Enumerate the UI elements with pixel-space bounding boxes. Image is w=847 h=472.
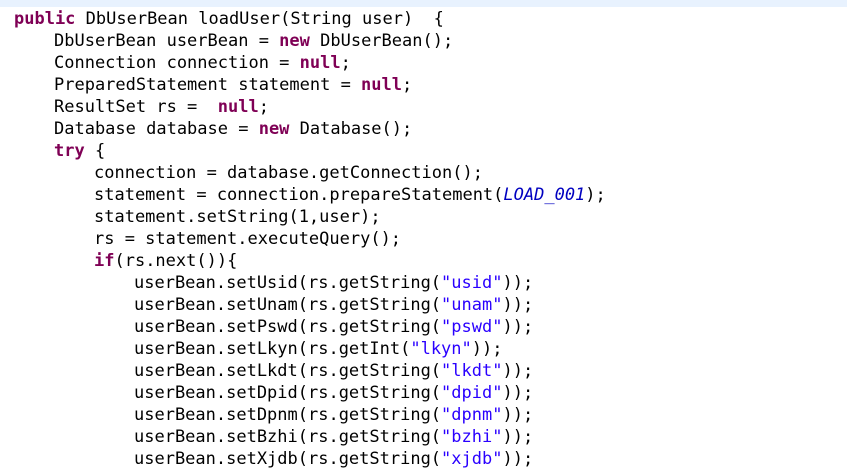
code-text-token: ));: [502, 273, 534, 293]
code-text-token: DbUserBean();: [309, 31, 454, 51]
code-text-token: statement = connection.prepareStatement(: [94, 185, 504, 205]
keyword-token: try: [54, 141, 85, 161]
code-text-token: rs = statement.executeQuery();: [94, 229, 402, 249]
keyword-token: null: [299, 53, 341, 73]
code-text-token: ));: [502, 405, 534, 425]
code-line[interactable]: Database database = new Database();: [0, 118, 847, 140]
current-line-highlight: [0, 0, 847, 7]
code-text-token: ;: [258, 97, 269, 117]
code-line[interactable]: userBean.setLkdt(rs.getString("lkdt"));: [0, 360, 847, 382]
code-line[interactable]: userBean.setXjdb(rs.getString("xjdb"));: [0, 448, 847, 470]
string-literal-token: "lkdt": [441, 361, 503, 381]
code-text-token: Database();: [289, 119, 413, 139]
keyword-token: new: [279, 31, 310, 51]
code-line[interactable]: userBean.setPswd(rs.getString("pswd"));: [0, 316, 847, 338]
keyword-token: null: [217, 97, 259, 117]
keyword-token: if: [94, 251, 115, 271]
code-text-token: ));: [502, 317, 534, 337]
code-line[interactable]: try {: [0, 140, 847, 162]
code-text-token: DbUserBean userBean =: [54, 31, 280, 51]
code-text-token: userBean.setDpid(rs.getString(: [134, 383, 442, 403]
code-text-token: userBean.setLkdt(rs.getString(: [134, 361, 442, 381]
code-text-token: ));: [471, 339, 503, 359]
code-text-token: ResultSet rs =: [54, 97, 218, 117]
keyword-token: public: [14, 9, 76, 29]
keyword-token: new: [258, 119, 290, 139]
code-text-token: statement.setString(1,user);: [94, 207, 381, 227]
code-editor[interactable]: public DbUserBean loadUser(String user) …: [0, 0, 847, 472]
code-text-token: (rs.next()){: [114, 251, 238, 271]
code-line[interactable]: Connection connection = null;: [0, 52, 847, 74]
code-line[interactable]: statement.setString(1,user);: [0, 206, 847, 228]
code-line[interactable]: userBean.setUnam(rs.getString("unam"));: [0, 294, 847, 316]
string-literal-token: "dpnm": [441, 405, 503, 425]
code-text-token: userBean.setPswd(rs.getString(: [134, 317, 442, 337]
code-text-token: Database database =: [54, 119, 259, 139]
string-literal-token: "dpid": [441, 383, 503, 403]
code-line[interactable]: userBean.setDpid(rs.getString("dpid"));: [0, 382, 847, 404]
constant-token: LOAD_001: [503, 185, 586, 205]
code-text-token: DbUserBean loadUser(String user) {: [75, 9, 444, 29]
string-literal-token: "usid": [441, 273, 503, 293]
string-literal-token: "unam": [441, 295, 503, 315]
code-line[interactable]: if(rs.next()){: [0, 250, 847, 272]
string-literal-token: "lkyn": [410, 339, 472, 359]
code-line[interactable]: public DbUserBean loadUser(String user) …: [0, 8, 847, 30]
code-text-token: ));: [502, 361, 534, 381]
code-text-token: ));: [502, 427, 534, 447]
code-text-token: PreparedStatement statement =: [54, 75, 362, 95]
code-line[interactable]: PreparedStatement statement = null;: [0, 74, 847, 96]
code-line[interactable]: DbUserBean userBean = new DbUserBean();: [0, 30, 847, 52]
code-text-token: userBean.setXjdb(rs.getString(: [134, 449, 442, 469]
string-literal-token: "xjdb": [441, 449, 503, 469]
code-line[interactable]: ResultSet rs = null;: [0, 96, 847, 118]
code-text-token: Connection connection =: [54, 53, 300, 73]
code-text-token: ;: [340, 53, 351, 73]
code-line[interactable]: userBean.setBzhi(rs.getString("bzhi"));: [0, 426, 847, 448]
code-text-token: );: [585, 185, 606, 205]
code-text-token: ));: [502, 295, 534, 315]
code-text-token: connection = database.getConnection();: [94, 163, 483, 183]
code-text-token: userBean.setUnam(rs.getString(: [134, 295, 442, 315]
code-line[interactable]: connection = database.getConnection();: [0, 162, 847, 184]
code-text-token: ));: [502, 383, 534, 403]
code-line[interactable]: userBean.setUsid(rs.getString("usid"));: [0, 272, 847, 294]
code-line[interactable]: rs = statement.executeQuery();: [0, 228, 847, 250]
code-line[interactable]: userBean.setDpnm(rs.getString("dpnm"));: [0, 404, 847, 426]
code-text-token: ));: [502, 449, 534, 469]
code-line[interactable]: userBean.setLkyn(rs.getInt("lkyn"));: [0, 338, 847, 360]
code-text-token: userBean.setBzhi(rs.getString(: [134, 427, 442, 447]
code-line[interactable]: statement = connection.prepareStatement(…: [0, 184, 847, 206]
code-area[interactable]: public DbUserBean loadUser(String user) …: [0, 8, 847, 470]
code-text-token: userBean.setUsid(rs.getString(: [134, 273, 442, 293]
code-text-token: {: [84, 141, 106, 161]
code-text-token: ;: [402, 75, 413, 95]
string-literal-token: "bzhi": [441, 427, 503, 447]
string-literal-token: "pswd": [441, 317, 503, 337]
code-text-token: userBean.setDpnm(rs.getString(: [134, 405, 442, 425]
keyword-token: null: [361, 75, 402, 95]
code-text-token: userBean.setLkyn(rs.getInt(: [134, 339, 411, 359]
